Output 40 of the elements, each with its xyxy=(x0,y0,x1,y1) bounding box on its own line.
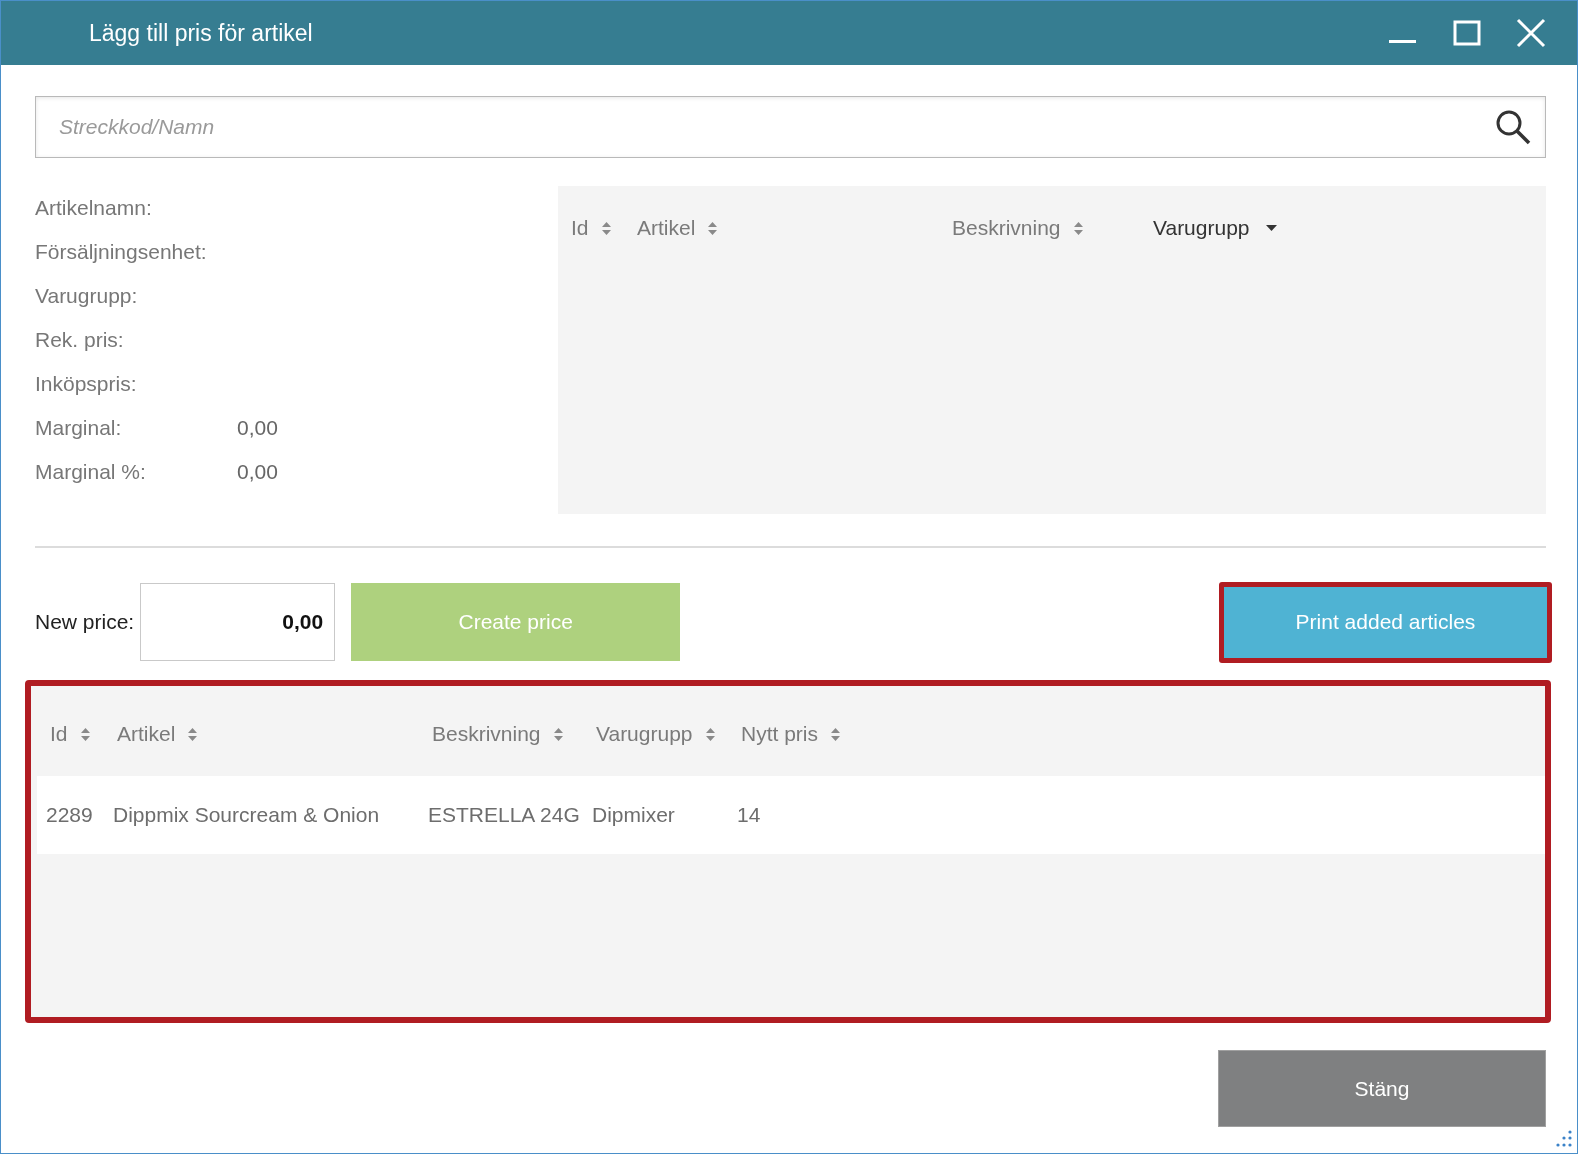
close-button[interactable]: Stäng xyxy=(1218,1050,1546,1127)
column-header[interactable]: Id xyxy=(50,722,68,746)
sort-icon[interactable] xyxy=(830,725,841,743)
column-header[interactable]: Nytt pris xyxy=(741,722,818,746)
column-header[interactable]: Varugrupp xyxy=(1153,216,1250,240)
field-label: Rek. pris: xyxy=(35,328,125,352)
field-label: Inköpspris: xyxy=(35,372,138,396)
sort-icon[interactable] xyxy=(707,219,719,237)
field-value: 0,00 xyxy=(237,460,279,484)
column-header[interactable]: Beskrivning xyxy=(432,722,541,746)
price-input[interactable]: 0,00 xyxy=(140,583,336,661)
print-button[interactable]: Print added articles xyxy=(1224,586,1547,658)
search-field[interactable]: Streckkod/Namn xyxy=(35,96,1546,158)
sort-icon[interactable] xyxy=(187,725,199,743)
column-header[interactable]: Artikel xyxy=(117,722,176,746)
table-cell-text: ESTRELLA 24G xyxy=(428,803,581,827)
sort-icon[interactable] xyxy=(704,725,716,743)
column-header[interactable]: Beskrivning xyxy=(952,216,1061,240)
column-header[interactable]: Varugrupp xyxy=(596,722,693,746)
search-icon[interactable] xyxy=(1494,108,1532,146)
field-label: Marginal: xyxy=(35,416,123,440)
field-label: Försäljningsenhet: xyxy=(35,240,208,264)
column-header[interactable]: Artikel xyxy=(637,216,696,240)
table-cell-text: 2289 xyxy=(46,803,94,827)
sort-icon[interactable] xyxy=(1072,219,1084,237)
sort-icon[interactable] xyxy=(79,725,91,743)
field-value: 0,00 xyxy=(237,416,279,440)
field-label: Artikelnamn: xyxy=(35,196,153,220)
dropdown-caret-icon[interactable] xyxy=(1265,224,1277,232)
table-cell-text: 14 xyxy=(737,803,762,827)
column-header[interactable]: Id xyxy=(571,216,589,240)
table-row[interactable]: 2289 Dippmix Sourcream & Onion ESTRELLA 24G Dipmixer 14 xyxy=(37,776,1545,854)
table-cell-text: Dippmix Sourcream & Onion xyxy=(113,803,381,827)
field-label: Marginal %: xyxy=(35,460,147,484)
field-label: Varugrupp: xyxy=(35,284,139,308)
sort-icon[interactable] xyxy=(600,219,612,237)
table-cell-text: Dipmixer xyxy=(592,803,676,827)
sort-icon[interactable] xyxy=(552,725,564,743)
window-title: Lägg till pris för artikel xyxy=(89,19,314,47)
field-label: New price: xyxy=(35,610,135,634)
